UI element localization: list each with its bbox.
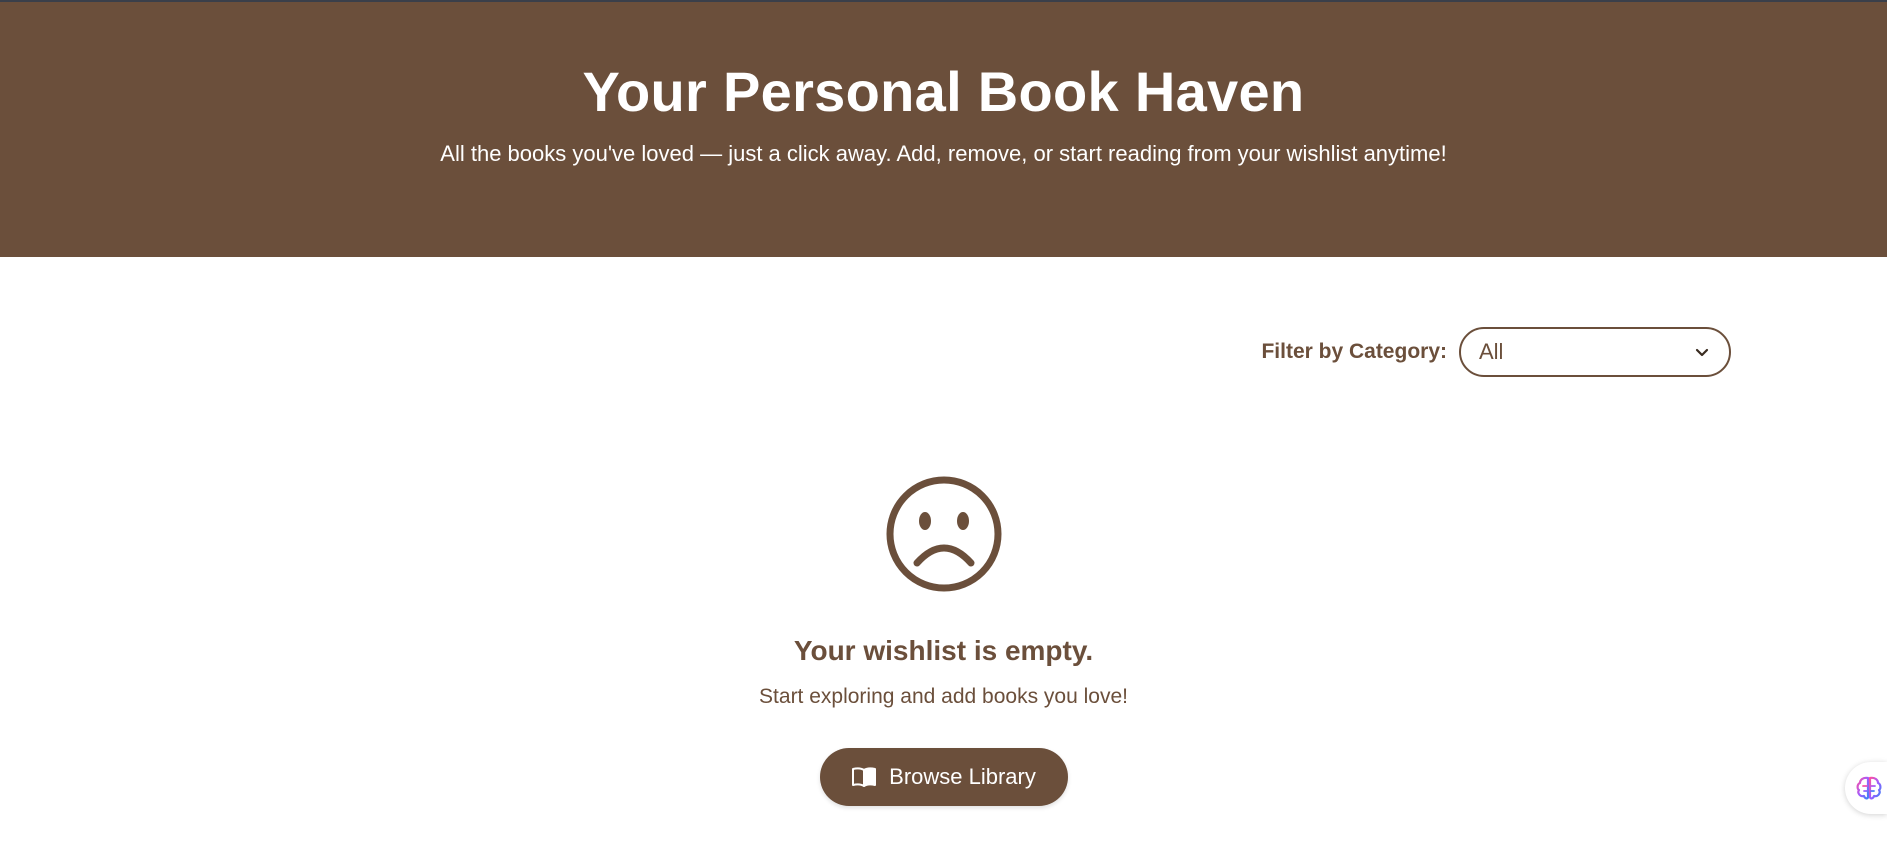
brain-icon [1856,776,1882,800]
sad-face-icon [886,476,1001,592]
hero-banner: Your Personal Book Haven All the books y… [0,2,1887,257]
category-filter: Filter by Category: All [1261,325,1731,379]
empty-state: Your wishlist is empty. Start exploring … [0,475,1887,806]
category-select[interactable]: All [1459,327,1731,377]
filter-label: Filter by Category: [1261,340,1447,363]
page-subtitle: All the books you've loved — just a clic… [440,141,1447,166]
browse-library-label: Browse Library [889,764,1036,789]
assistant-widget[interactable] [1845,762,1887,814]
empty-state-title: Your wishlist is empty. [793,635,1094,666]
category-select-value: All [1479,339,1504,364]
empty-state-subtitle: Start exploring and add books you love! [759,685,1128,708]
chevron-down-icon [1695,348,1709,357]
browse-library-button[interactable]: Browse Library [819,748,1068,806]
page-title: Your Personal Book Haven [582,60,1305,123]
wishlist-page: Your Personal Book Haven All the books y… [0,0,1887,847]
book-icon [852,767,877,787]
